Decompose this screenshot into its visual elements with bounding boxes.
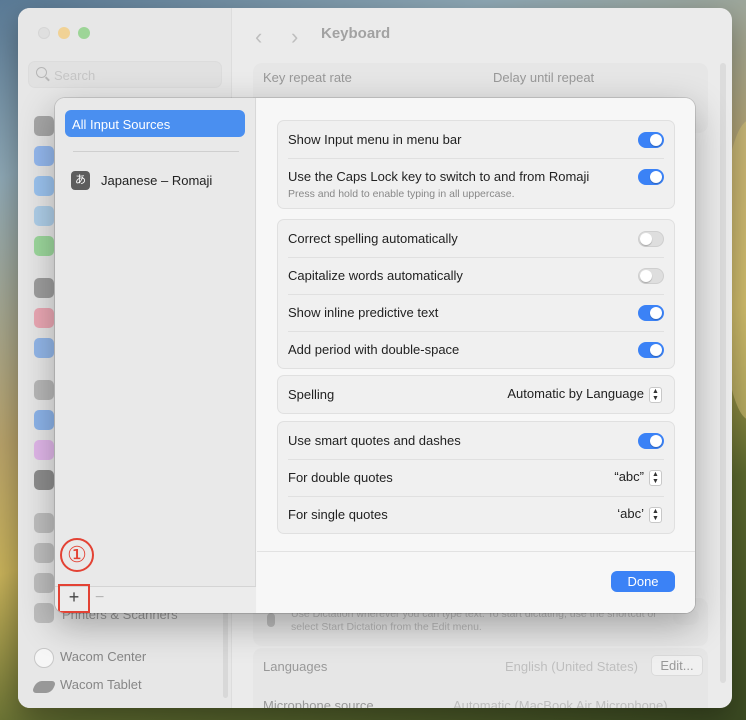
add-input-source-button[interactable]: + [58,584,90,613]
spelling-row: Spelling Automatic by Language ▲ ▼ [278,376,674,413]
chevron-updown-icon: ▲ ▼ [649,506,662,523]
correct-spelling-label: Correct spelling automatically [288,231,458,246]
input-source-label: Japanese – Romaji [101,173,213,188]
double-space-period-row: Add period with double-space [278,331,674,368]
remove-input-source-button[interactable]: − [95,589,104,607]
single-quotes-label: For single quotes [288,507,388,522]
predictive-text-toggle[interactable] [638,305,664,321]
menu-options-group: Show Input menu in menu bar Use the Caps… [277,120,675,209]
list-toolbar: + − [55,584,256,613]
correct-spelling-toggle[interactable] [638,231,664,247]
all-input-sources-item[interactable]: All Input Sources [65,110,245,137]
predictive-text-row: Show inline predictive text [278,294,674,331]
caps-lock-switch-hint: Press and hold to enable typing in all u… [288,188,515,200]
double-space-period-label: Add period with double-space [288,342,460,357]
spelling-label: Spelling [288,387,335,402]
spelling-select[interactable]: Automatic by Language ▲ ▼ [507,386,662,403]
double-quotes-select[interactable]: “abc” ▲ ▼ [614,469,662,486]
show-input-menu-toggle[interactable] [638,132,664,148]
caps-lock-switch-toggle[interactable] [638,169,664,185]
typing-options-group: Correct spelling automatically Capitaliz… [277,219,675,369]
hiragana-a-icon: あ [71,171,90,190]
single-quotes-select[interactable]: ‘abc’ ▲ ▼ [617,506,662,523]
correct-spelling-row: Correct spelling automatically [278,220,674,257]
show-input-menu-row: Show Input menu in menu bar [278,121,674,158]
input-sources-sheet: All Input Sources あ Japanese – Romaji + … [55,98,695,613]
predictive-text-label: Show inline predictive text [288,305,439,320]
double-quotes-value: “abc” [614,469,644,484]
capitalize-words-toggle[interactable] [638,268,664,284]
smart-quotes-row: Use smart quotes and dashes [278,422,674,459]
show-input-menu-label: Show Input menu in menu bar [288,132,462,147]
done-button[interactable]: Done [611,571,675,592]
quotes-group: Use smart quotes and dashes For double q… [277,421,675,534]
spelling-value: Automatic by Language [507,386,644,401]
list-divider [73,151,239,152]
capitalize-words-row: Capitalize words automatically [278,257,674,294]
input-options-panel: Show Input menu in menu bar Use the Caps… [257,98,695,613]
sheet-footer: Done [257,551,695,613]
chevron-updown-icon: ▲ ▼ [649,469,662,486]
chevron-updown-icon: ▲ ▼ [649,386,662,403]
double-quotes-label: For double quotes [288,470,393,485]
smart-quotes-toggle[interactable] [638,433,664,449]
single-quotes-row: For single quotes ‘abc’ ▲ ▼ [278,496,674,533]
spelling-group: Spelling Automatic by Language ▲ ▼ [277,375,675,414]
smart-quotes-label: Use smart quotes and dashes [288,433,461,448]
single-quotes-value: ‘abc’ [617,506,644,521]
double-quotes-row: For double quotes “abc” ▲ ▼ [278,459,674,496]
caps-lock-switch-label: Use the Caps Lock key to switch to and f… [288,169,590,184]
step-annotation-1: ① [60,538,94,572]
capitalize-words-label: Capitalize words automatically [288,268,463,283]
input-sources-list: All Input Sources あ Japanese – Romaji + … [55,98,256,613]
caps-lock-switch-row: Use the Caps Lock key to switch to and f… [278,158,674,208]
double-space-period-toggle[interactable] [638,342,664,358]
